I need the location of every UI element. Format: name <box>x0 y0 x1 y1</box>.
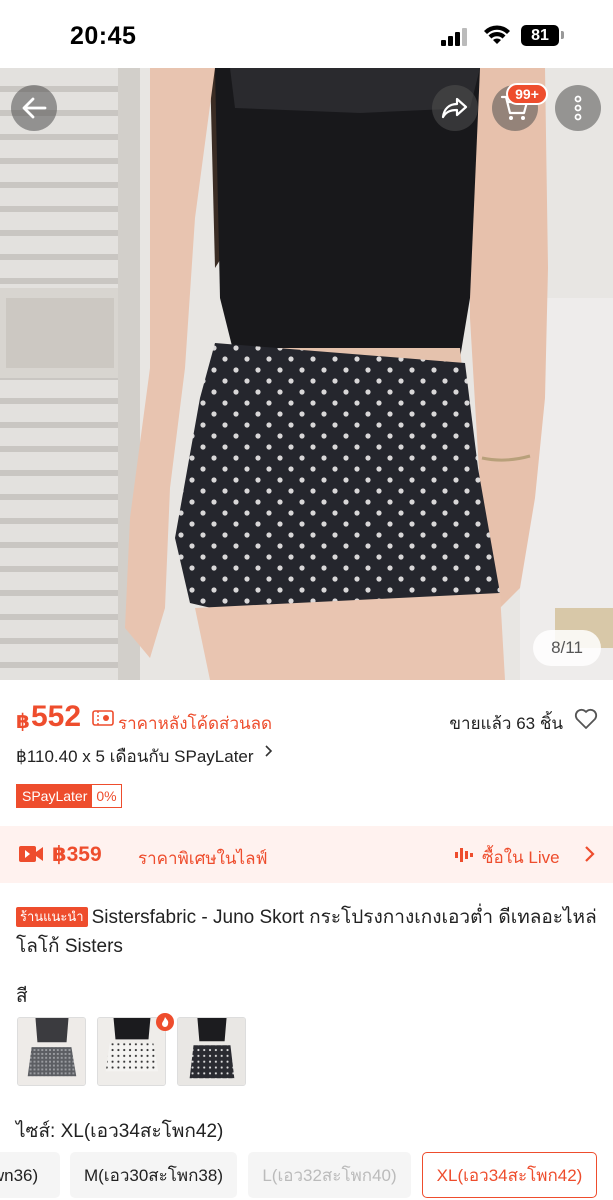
image-page-indicator: 8/11 <box>533 630 601 666</box>
installment-text[interactable]: ฿110.40 x 5 เดือนกับ SPayLater <box>16 743 254 770</box>
price-currency: ฿ <box>16 711 30 733</box>
size-label: ไซส์: XL(เอว34สะโพก42) <box>16 1121 224 1142</box>
buy-in-live-link[interactable]: ซื้อใน Live <box>482 844 560 871</box>
wifi-icon <box>484 25 510 44</box>
live-bars-icon <box>455 848 473 862</box>
chevron-right-icon <box>585 846 595 862</box>
battery-tip <box>561 31 564 39</box>
status-time: 20:45 <box>70 22 137 50</box>
battery-icon: 81 <box>521 25 559 46</box>
arrow-left-icon <box>22 97 47 119</box>
cart-count-badge: 99+ <box>506 83 548 105</box>
spaylater-tag: SPayLater 0% <box>16 784 122 808</box>
recommended-shop-tag: ร้านแนะนำ <box>16 907 88 927</box>
live-price: ฿359 <box>52 843 102 866</box>
live-price-banner[interactable]: ฿359 ราคาพิเศษในไลฟ์ ซื้อใน Live <box>0 826 613 883</box>
product-image-gallery[interactable]: 99+ 8/11 <box>0 68 613 680</box>
video-camera-icon <box>19 846 43 862</box>
product-title-block: ร้านแนะนำ Sistersfabric - Juno Skort กระโ… <box>16 903 598 961</box>
live-price-note: ราคาพิเศษในไลฟ์ <box>138 849 268 868</box>
product-photo <box>0 68 613 680</box>
color-swatch-3[interactable] <box>177 1017 246 1086</box>
spaylater-label: SPayLater <box>17 785 93 807</box>
more-button[interactable] <box>555 85 601 131</box>
heart-icon[interactable] <box>574 708 598 730</box>
back-button[interactable] <box>11 85 57 131</box>
chevron-right-icon <box>265 745 273 757</box>
size-option-m[interactable]: M(เอว30สะโพก38) <box>70 1152 237 1198</box>
color-swatch-1[interactable] <box>17 1017 86 1086</box>
size-option-l-disabled: L(เอว32สะโพก40) <box>248 1152 411 1198</box>
size-option-xl-selected[interactable]: XL(เอว34สะโพก42) <box>422 1152 597 1198</box>
hot-flame-icon <box>156 1013 174 1031</box>
cellular-signal-icon <box>441 28 471 46</box>
voucher-icon <box>92 710 114 726</box>
share-button[interactable] <box>432 85 478 131</box>
status-bar: 20:45 81 <box>0 0 613 68</box>
more-vertical-icon <box>574 95 582 121</box>
swatch-image <box>178 1018 245 1085</box>
price-row: ฿ 552 ราคาหลังโค้ดส่วนลด ขายแล้ว 63 ชิ้น <box>16 700 598 736</box>
swatch-image <box>98 1018 165 1085</box>
size-option-1[interactable]: wn36) <box>0 1152 60 1198</box>
price-value: 552 <box>31 700 82 733</box>
sold-count: ขายแล้ว 63 ชิ้น <box>449 714 563 733</box>
share-icon <box>441 97 468 119</box>
product-title: Sistersfabric - Juno Skort กระโปรงกางเกง… <box>16 907 597 957</box>
swatch-image <box>18 1018 85 1085</box>
price-note: ราคาหลังโค้ดส่วนลด <box>118 714 273 733</box>
color-label: สี <box>16 986 28 1007</box>
spaylater-rate: 0% <box>92 785 121 807</box>
